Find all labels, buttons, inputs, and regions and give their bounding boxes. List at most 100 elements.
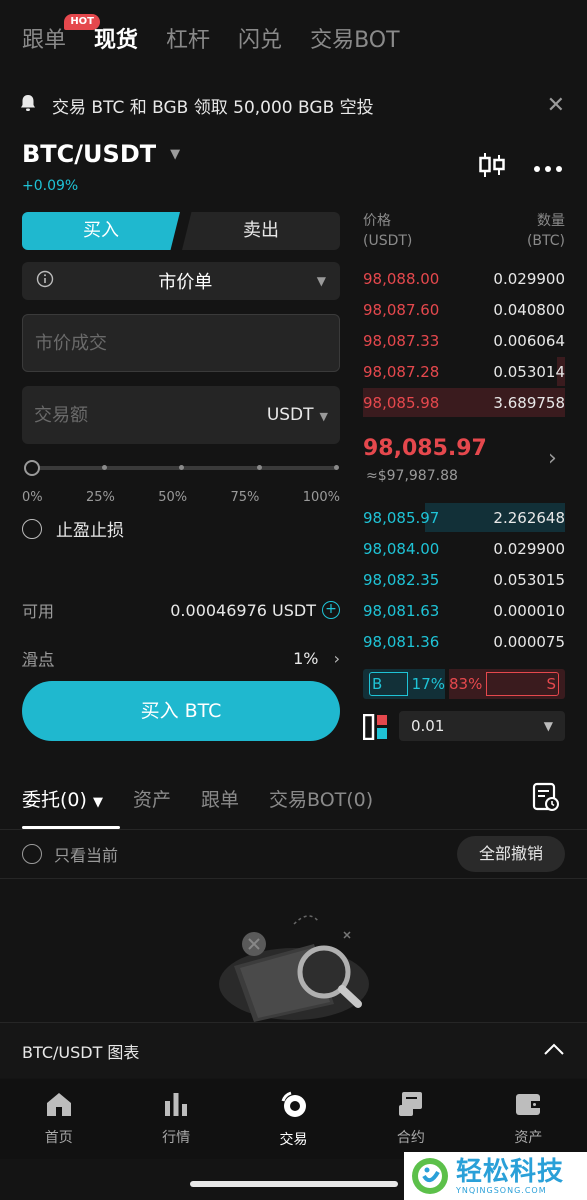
price-unit: (USDT) — [363, 233, 413, 249]
nav-label: 合约 — [396, 1130, 425, 1146]
precision-select[interactable]: 0.01 ▼ — [399, 711, 565, 741]
ask-row[interactable]: 98,085.98 3.689758 — [363, 387, 565, 418]
bid-row[interactable]: 98,081.36 0.000075 — [363, 626, 565, 657]
nav-markets[interactable]: 行情 — [117, 1079, 234, 1159]
current-only-label: 只看当前 — [54, 846, 119, 865]
order-type-select[interactable]: 市价单 ▼ — [22, 262, 340, 300]
ask-qty: 0.040800 — [493, 300, 565, 319]
bid-price: 98,081.63 — [363, 601, 440, 620]
caret-down-icon: ▼ — [316, 274, 326, 288]
caret-down-icon: ▼ — [92, 794, 103, 810]
chevron-up-icon[interactable] — [543, 1040, 565, 1061]
nav-label: 交易 — [279, 1132, 308, 1148]
buy-btc-button[interactable]: 买入 BTC — [22, 681, 340, 741]
amount-unit-select[interactable]: USDT ▼ — [267, 405, 328, 425]
tpsl-option[interactable]: 止盈止损 — [22, 516, 124, 541]
price-field[interactable] — [22, 314, 340, 372]
slider-tick: 0% — [22, 490, 43, 505]
amount-input[interactable] — [34, 404, 267, 426]
announcement-bar[interactable]: 交易 BTC 和 BGB 领取 50,000 BGB 空投 ✕ — [0, 86, 587, 124]
bid-row[interactable]: 98,085.97 2.262648 — [363, 502, 565, 533]
tab-spot[interactable]: 现货 — [94, 24, 138, 60]
order-history-icon[interactable] — [532, 782, 560, 816]
caret-down-icon: ▼ — [170, 146, 181, 162]
divider — [0, 878, 587, 879]
slider-knob[interactable] — [24, 460, 40, 476]
ask-price: 98,087.28 — [363, 362, 440, 381]
nav-home[interactable]: 首页 — [0, 1079, 117, 1159]
buy-ratio: 17% — [411, 675, 445, 693]
more-icon[interactable] — [533, 158, 563, 177]
ask-qty: 0.006064 — [493, 331, 565, 350]
slider-tick: 25% — [85, 490, 115, 505]
watermark-logo: 轻松科技 YNQINGSONG.COM — [404, 1152, 587, 1200]
tab-margin[interactable]: 杠杆 — [166, 24, 210, 60]
nav-trade[interactable]: 交易 — [235, 1079, 352, 1159]
slippage-value: 1% — [293, 648, 319, 668]
amount-slider[interactable] — [22, 458, 340, 478]
bid-qty: 2.262648 — [493, 508, 565, 527]
sell-tab[interactable]: 卖出 — [182, 212, 340, 250]
chevron-right-icon[interactable]: › — [548, 446, 557, 471]
nav-contracts[interactable]: 合约 — [352, 1079, 469, 1159]
pair-selector[interactable]: BTC/USDT ▼ — [22, 140, 180, 168]
pair-name: BTC/USDT — [22, 140, 157, 168]
bid-row[interactable]: 98,082.35 0.053015 — [363, 564, 565, 595]
home-indicator — [190, 1181, 398, 1187]
price-change: +0.09% — [22, 178, 79, 194]
qty-unit: (BTC) — [526, 233, 565, 249]
amount-field[interactable]: USDT ▼ — [22, 386, 340, 444]
nav-assets[interactable]: 资产 — [470, 1079, 587, 1159]
sell-tag: S — [486, 672, 559, 696]
slider-tick: 75% — [230, 490, 260, 505]
bid-row[interactable]: 98,081.63 0.000010 — [363, 595, 565, 626]
ask-row[interactable]: 98,088.00 0.029900 — [363, 263, 565, 294]
ask-price: 98,085.98 — [363, 393, 440, 412]
top-tabs: 跟单 HOT 现货 杠杆 闪兑 交易BOT — [22, 14, 428, 60]
announcement-text: 交易 BTC 和 BGB 领取 50,000 BGB 空投 — [52, 97, 374, 118]
candlestick-icon[interactable] — [477, 152, 507, 182]
bid-price: 98,082.35 — [363, 570, 440, 589]
tab-trading-bot[interactable]: 交易BOT — [310, 24, 399, 60]
slider-track — [30, 466, 338, 470]
sell-ratio: 83% — [449, 675, 483, 693]
tab-copy-trading[interactable]: 跟单 HOT — [22, 14, 101, 60]
ask-price: 98,087.33 — [363, 331, 440, 350]
current-only-radio[interactable] — [22, 844, 42, 864]
current-only-option[interactable]: 只看当前 — [22, 842, 118, 866]
empty-state-illustration — [214, 904, 374, 1028]
tab-assets[interactable]: 资产 — [133, 785, 171, 812]
ask-row[interactable]: 98,087.28 0.053014 — [363, 356, 565, 387]
info-icon[interactable] — [36, 270, 54, 292]
tab-bot-orders[interactable]: 交易BOT(0) — [269, 785, 373, 812]
orders-tabs: 委托(0) ▼ 资产 跟单 交易BOT(0) — [22, 782, 403, 814]
buy-sell-toggle: 买入 卖出 — [22, 212, 340, 250]
tpsl-radio[interactable] — [22, 518, 42, 539]
contract-icon — [397, 1091, 425, 1121]
tab-label: 跟单 — [22, 28, 67, 53]
ask-row[interactable]: 98,087.33 0.006064 — [363, 325, 565, 356]
available-label: 可用 — [22, 602, 55, 621]
slippage-row[interactable]: 滑点 1% › — [22, 646, 340, 671]
buy-tab[interactable]: 买入 — [22, 212, 180, 250]
chart-toggle-bar[interactable]: BTC/USDT 图表 — [0, 1022, 587, 1078]
slider-ticks: 0% 25% 50% 75% 100% — [22, 490, 340, 505]
bid-row[interactable]: 98,084.00 0.029900 — [363, 533, 565, 564]
ask-qty: 0.053014 — [493, 362, 565, 381]
slippage-label: 滑点 — [22, 650, 55, 669]
qty-header: 数量 — [537, 213, 565, 229]
tab-open-orders[interactable]: 委托(0) ▼ — [22, 785, 103, 812]
ask-row[interactable]: 98,087.60 0.040800 — [363, 294, 565, 325]
orderbook-layout-icon[interactable] — [362, 713, 389, 744]
cancel-all-button[interactable]: 全部撤销 — [457, 836, 565, 872]
tab-swap[interactable]: 闪兑 — [238, 24, 282, 60]
close-icon[interactable]: ✕ — [547, 93, 565, 118]
add-funds-icon[interactable]: + — [322, 601, 340, 619]
bid-price: 98,081.36 — [363, 632, 440, 651]
orderbook-header: 价格 (USDT) 数量 (BTC) — [363, 211, 565, 251]
ask-price: 98,087.60 — [363, 300, 440, 319]
tab-copy-trades[interactable]: 跟单 — [201, 785, 239, 812]
buy-tag: B — [369, 672, 408, 696]
price-input[interactable] — [35, 332, 327, 354]
ask-qty: 0.029900 — [493, 269, 565, 288]
